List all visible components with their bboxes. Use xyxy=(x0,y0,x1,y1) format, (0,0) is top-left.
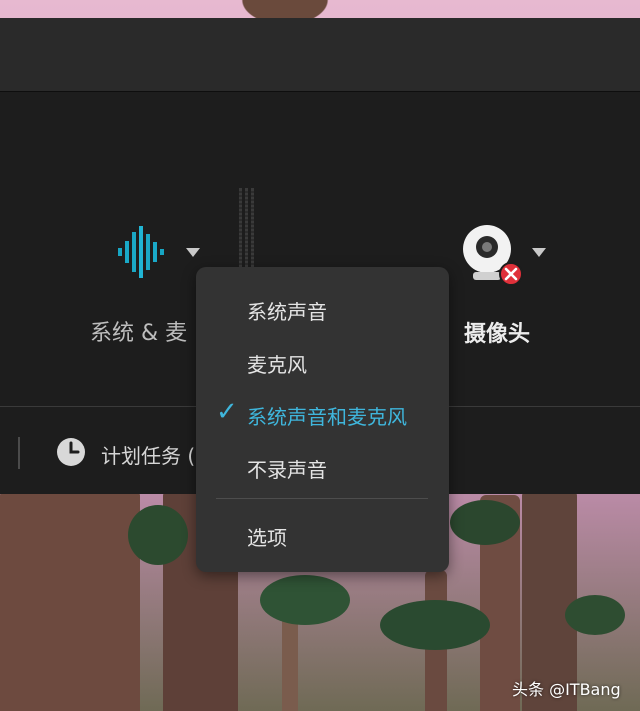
tree-trunk xyxy=(0,490,140,711)
menu-divider xyxy=(216,498,428,499)
tree-canopy xyxy=(128,505,188,565)
tree-canopy xyxy=(565,595,625,635)
tree-canopy xyxy=(450,500,520,545)
checkmark-icon: ✓ xyxy=(216,397,238,427)
audio-source-menu: 系统声音 麦克风 ✓ 系统声音和麦克风 不录声音 选项 xyxy=(196,267,449,572)
audio-waveform-icon[interactable] xyxy=(115,222,171,282)
menu-item-label: 选项 xyxy=(247,526,287,550)
audio-level-meter xyxy=(239,188,255,268)
menu-item-system-and-microphone[interactable]: ✓ 系统声音和麦克风 xyxy=(196,393,449,435)
menu-item-microphone[interactable]: 麦克风 xyxy=(196,341,449,383)
menu-item-no-audio[interactable]: 不录声音 xyxy=(196,446,449,488)
menu-item-label: 系统声音和麦克风 xyxy=(247,405,407,429)
camera-source-label[interactable]: 摄像头 xyxy=(464,316,530,348)
webcam-disabled-icon[interactable] xyxy=(460,222,524,288)
menu-item-options[interactable]: 选项 xyxy=(196,514,449,556)
toolbar-divider xyxy=(18,437,20,469)
audio-source-label[interactable]: 系统 & 麦 xyxy=(90,315,187,347)
audio-source-dropdown-caret-icon[interactable] xyxy=(186,248,200,257)
menu-item-label: 系统声音 xyxy=(247,300,327,324)
clock-icon xyxy=(57,438,85,466)
menu-item-label: 不录声音 xyxy=(247,458,327,482)
menu-item-label: 麦克风 xyxy=(247,353,307,377)
camera-dropdown-caret-icon[interactable] xyxy=(532,248,546,257)
tree-canopy xyxy=(380,600,490,650)
watermark: 头条 @ITBang xyxy=(512,680,621,699)
menu-item-system-sound[interactable]: 系统声音 xyxy=(196,288,449,330)
panel-top-bar xyxy=(0,18,640,92)
schedule-task-button[interactable]: 计划任务 ( xyxy=(101,440,195,469)
tree-canopy xyxy=(260,575,350,625)
